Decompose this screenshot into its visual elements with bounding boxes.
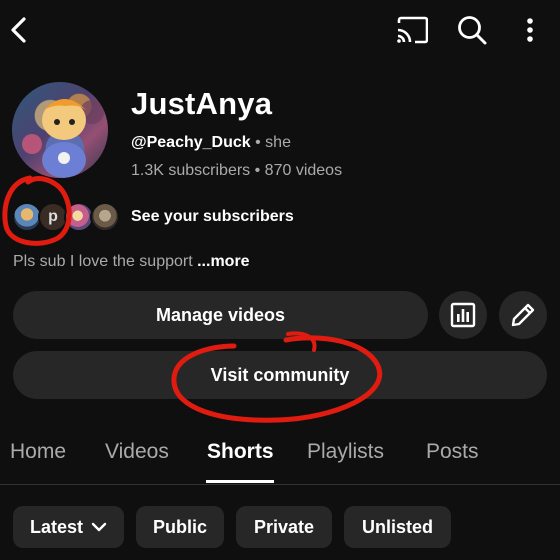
filter-chip-label: Unlisted <box>361 516 433 537</box>
tab-home[interactable]: Home <box>10 440 66 464</box>
tab-posts[interactable]: Posts <box>426 440 479 464</box>
more-button[interactable] <box>518 14 542 46</box>
sort-dropdown[interactable]: Latest <box>13 506 124 548</box>
manage-videos-label: Manage videos <box>155 304 286 325</box>
filter-chip-public[interactable]: Public <box>136 506 224 548</box>
video-count: 870 videos <box>264 162 343 179</box>
channel-stats: 1.3K subscribers • 870 videos <box>131 162 342 180</box>
analytics-button[interactable] <box>439 291 487 339</box>
manage-videos-button[interactable]: Manage videos <box>13 291 428 339</box>
channel-handle-line: @Peachy_Duck • she <box>131 134 291 152</box>
edit-button[interactable] <box>499 291 547 339</box>
see-subscribers-link[interactable]: See your subscribers <box>131 208 294 226</box>
channel-description[interactable]: Pls sub I love the support ...more <box>13 253 250 271</box>
tab-divider <box>0 484 560 485</box>
subscriber-avatar <box>90 202 120 232</box>
search-icon <box>458 16 487 45</box>
channel-avatar[interactable] <box>12 82 108 178</box>
visit-community-button[interactable]: Visit community <box>13 351 547 399</box>
tab-shorts[interactable]: Shorts <box>207 440 274 464</box>
search-button[interactable] <box>454 12 490 48</box>
subscriber-count: 1.3K subscribers <box>131 162 251 179</box>
back-button[interactable] <box>4 14 32 46</box>
description-more[interactable]: ...more <box>197 253 249 270</box>
chevron-down-icon <box>91 522 107 532</box>
cast-button[interactable] <box>394 12 430 48</box>
channel-name: JustAnya <box>131 86 273 121</box>
visit-community-label: Visit community <box>210 364 350 385</box>
more-vert-icon <box>527 18 533 42</box>
cast-icon <box>397 16 428 44</box>
avatar-character-image <box>12 82 108 178</box>
filter-chip-label: Public <box>152 516 207 537</box>
filter-chip-label: Private <box>253 516 315 537</box>
analytics-icon <box>450 302 476 328</box>
back-arrow-icon <box>11 17 26 43</box>
description-text: Pls sub I love the support <box>13 253 198 270</box>
separator-dot: • <box>250 162 265 179</box>
pencil-icon <box>511 303 535 327</box>
tab-playlists[interactable]: Playlists <box>307 440 384 464</box>
filter-chip-private[interactable]: Private <box>236 506 332 548</box>
subscriber-initial: p <box>48 208 58 225</box>
channel-pronoun: she <box>265 134 291 151</box>
active-tab-indicator <box>206 480 274 483</box>
sort-label: Latest <box>29 516 83 537</box>
filter-chip-unlisted[interactable]: Unlisted <box>344 506 451 548</box>
channel-handle[interactable]: @Peachy_Duck <box>131 134 251 152</box>
tab-videos[interactable]: Videos <box>105 440 169 464</box>
separator-dot: • <box>250 134 266 151</box>
